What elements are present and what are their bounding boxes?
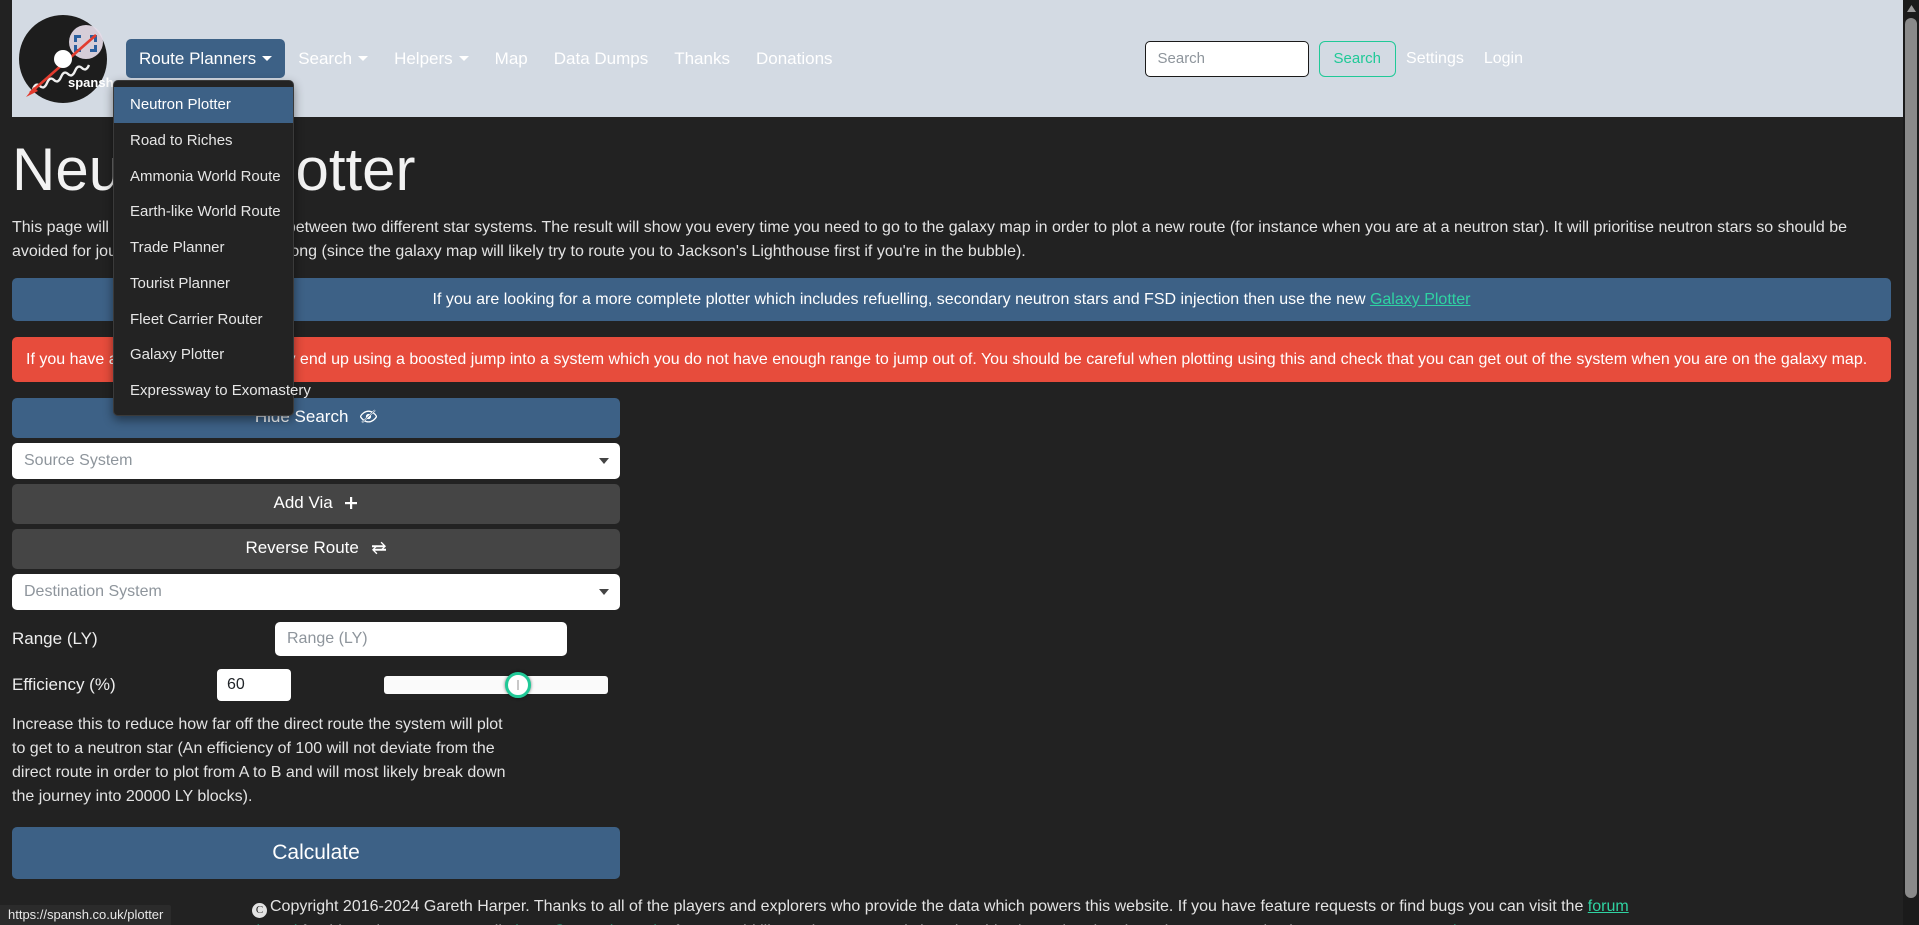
nav-links: Route Planners Search Helpers Map Data D… <box>126 39 846 78</box>
efficiency-help-text: Increase this to reduce how far off the … <box>12 713 512 809</box>
nav-item-map[interactable]: Map <box>482 39 541 78</box>
destination-system-placeholder: Destination System <box>24 583 162 601</box>
scrollbar-thumb[interactable] <box>1905 18 1917 898</box>
hide-search-button[interactable]: Hide Search <box>12 398 620 438</box>
info-alert-text: If you are looking for a more complete p… <box>433 291 1370 308</box>
nav-item-label: Login <box>1484 50 1523 67</box>
efficiency-number-input[interactable] <box>217 669 291 701</box>
dropdown-item-neutron-plotter[interactable]: Neutron Plotter <box>114 87 293 123</box>
dropdown-item-ammonia-world-route[interactable]: Ammonia World Route <box>114 159 293 195</box>
nav-item-label: Route Planners <box>139 49 256 68</box>
destination-system-select[interactable]: Destination System <box>12 574 620 610</box>
efficiency-label: Efficiency (%) <box>12 675 217 695</box>
nav-item-settings[interactable]: Settings <box>1396 43 1474 75</box>
dropdown-item-road-to-riches[interactable]: Road to Riches <box>114 123 293 159</box>
dropdown-item-fleet-carrier-router[interactable]: Fleet Carrier Router <box>114 302 293 338</box>
status-bar-url: https://spansh.co.uk/plotter <box>0 905 171 925</box>
nav-item-route-planners[interactable]: Route Planners <box>126 39 285 78</box>
source-system-select[interactable]: Source System <box>12 443 620 479</box>
nav-item-login[interactable]: Login <box>1474 43 1533 75</box>
nav-item-label: Map <box>495 49 528 68</box>
source-system-placeholder: Source System <box>24 452 132 470</box>
search-button[interactable]: Search <box>1319 41 1397 77</box>
nav-item-label: Data Dumps <box>554 49 648 68</box>
dropdown-item-expressway-to-exomastery[interactable]: Expressway to Exomastery <box>114 373 293 409</box>
galaxy-plotter-link[interactable]: Galaxy Plotter <box>1370 291 1470 308</box>
range-row: Range (LY) <box>12 622 620 656</box>
reverse-route-label: Reverse Route <box>245 538 358 557</box>
chevron-down-icon <box>599 589 609 595</box>
dropdown-item-earth-like-world-route[interactable]: Earth-like World Route <box>114 194 293 230</box>
dropdown-item-galaxy-plotter[interactable]: Galaxy Plotter <box>114 337 293 373</box>
route-planners-dropdown-menu: Neutron Plotter Road to Riches Ammonia W… <box>113 80 294 416</box>
nav-item-donations[interactable]: Donations <box>743 39 846 78</box>
page-root: spansh Route Planners Search Helpers Map… <box>0 0 1903 925</box>
nav-item-label: Search <box>298 49 352 68</box>
chevron-down-icon <box>459 56 469 61</box>
efficiency-row: Efficiency (%) <box>12 668 620 702</box>
footer: CCopyright 2016-2024 Gareth Harper. Than… <box>12 895 1891 925</box>
chevron-down-icon <box>358 56 368 61</box>
nav-item-search[interactable]: Search <box>285 39 381 78</box>
add-via-button[interactable]: Add Via <box>12 484 620 524</box>
nav-item-label: Thanks <box>674 49 730 68</box>
chevron-down-icon <box>599 458 609 464</box>
range-label: Range (LY) <box>12 629 217 649</box>
range-input[interactable] <box>275 622 567 656</box>
plus-icon <box>344 495 358 515</box>
svg-text:spansh: spansh <box>68 75 114 90</box>
nav-item-thanks[interactable]: Thanks <box>661 39 743 78</box>
route-form: Hide Search Source System Add Via <box>12 398 620 879</box>
add-via-label: Add Via <box>274 493 333 512</box>
dropdown-item-tourist-planner[interactable]: Tourist Planner <box>114 266 293 302</box>
chevron-down-icon <box>262 56 272 61</box>
reverse-route-button[interactable]: Reverse Route <box>12 529 620 569</box>
nav-item-data-dumps[interactable]: Data Dumps <box>541 39 661 78</box>
efficiency-slider[interactable] <box>384 674 608 696</box>
nav-item-label: Donations <box>756 49 833 68</box>
nav-item-label: Settings <box>1406 50 1464 67</box>
spansh-logo-icon[interactable]: spansh <box>12 11 114 107</box>
swap-arrows-icon <box>371 540 387 560</box>
efficiency-slider-thumb[interactable] <box>505 672 531 698</box>
efficiency-slider-track[interactable] <box>384 676 608 694</box>
eye-slash-icon <box>360 409 377 429</box>
search-input[interactable] <box>1145 41 1309 77</box>
dropdown-item-trade-planner[interactable]: Trade Planner <box>114 230 293 266</box>
nav-right-group: Search Settings Login <box>1145 41 1904 77</box>
nav-item-label: Helpers <box>394 49 453 68</box>
nav-item-helpers[interactable]: Helpers <box>381 39 482 78</box>
copyright-icon: C <box>252 903 267 918</box>
scroll-up-arrow-icon[interactable] <box>1903 0 1919 16</box>
vertical-scrollbar[interactable] <box>1903 0 1919 925</box>
calculate-button[interactable]: Calculate <box>12 827 620 879</box>
footer-line-1: Copyright 2016-2024 Gareth Harper. Thank… <box>270 898 1588 915</box>
